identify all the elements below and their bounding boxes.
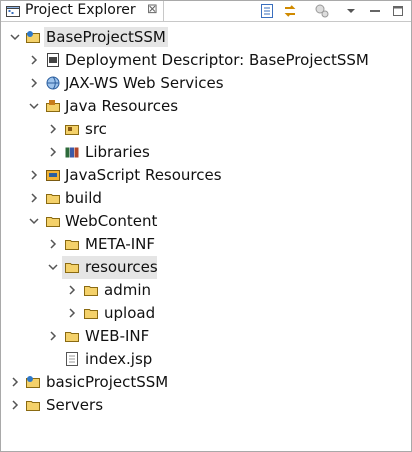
file-icon: [66, 352, 78, 366]
view-tab-bar: Project Explorer ⊠: [1, 1, 411, 22]
tree-node-label: Java Resources: [65, 97, 179, 115]
filter-icon[interactable]: [314, 3, 330, 19]
tree-node-javascript-resources[interactable]: JavaScript Resources: [1, 164, 411, 187]
tree-node-label: index.jsp: [85, 350, 153, 368]
chevron-down-icon[interactable]: [28, 215, 40, 227]
tree-node-java-resources[interactable]: Java Resources: [1, 95, 411, 118]
chevron-right-icon[interactable]: [28, 54, 40, 66]
project-explorer-view: Project Explorer ⊠ BaseProjectSSM Deploy…: [0, 0, 412, 452]
tree-node-label: JAX-WS Web Services: [65, 74, 224, 92]
link-with-editor-icon[interactable]: [282, 3, 298, 19]
chevron-right-icon[interactable]: [9, 399, 21, 411]
web-services-icon: [46, 76, 60, 90]
project-icon: [26, 376, 40, 388]
tree-node-label: BaseProjectSSM: [44, 27, 168, 47]
tree-node-web-inf[interactable]: WEB-INF: [1, 325, 411, 348]
folder-icon: [65, 332, 79, 342]
chevron-right-icon[interactable]: [47, 238, 59, 250]
folder-icon: [84, 286, 98, 296]
tree-node-libraries[interactable]: Libraries: [1, 141, 411, 164]
tree-node-index-jsp[interactable]: index.jsp: [1, 348, 411, 371]
minimize-icon[interactable]: [367, 3, 383, 19]
tree-node-admin[interactable]: admin: [1, 279, 411, 302]
tree-node-basicprojectssm[interactable]: basicProjectSSM: [1, 371, 411, 394]
project-icon: [26, 31, 40, 43]
maximize-icon[interactable]: [390, 3, 406, 19]
tree-node-deployment-descriptor[interactable]: Deployment Descriptor: BaseProjectSSM: [1, 49, 411, 72]
tree-node-label: WEB-INF: [85, 327, 150, 345]
tree-node-build[interactable]: build: [1, 187, 411, 210]
tree-node-label: src: [85, 120, 107, 138]
chevron-down-icon[interactable]: [9, 31, 21, 43]
tree-node-label: resources: [85, 258, 158, 276]
chevron-right-icon[interactable]: [66, 307, 78, 319]
folder-icon: [84, 309, 98, 319]
chevron-right-icon[interactable]: [47, 330, 59, 342]
folder-icon: [65, 263, 79, 273]
view-menu-icon[interactable]: [343, 3, 359, 19]
folder-icon: [46, 217, 60, 227]
tree-node-meta-inf[interactable]: META-INF: [1, 233, 411, 256]
chevron-down-icon[interactable]: [47, 261, 59, 273]
tree-node-label: basicProjectSSM: [46, 373, 169, 391]
tree-node-label: META-INF: [85, 235, 156, 253]
chevron-right-icon[interactable]: [28, 77, 40, 89]
folder-icon: [46, 194, 60, 204]
deployment-descriptor-icon: [47, 53, 59, 67]
tree-node-resources[interactable]: resources: [1, 256, 411, 279]
project-explorer-tab[interactable]: Project Explorer ⊠: [1, 1, 164, 21]
folder-icon: [65, 240, 79, 250]
tree-node-label: Deployment Descriptor: BaseProjectSSM: [65, 51, 369, 69]
chevron-right-icon[interactable]: [66, 284, 78, 296]
chevron-right-icon[interactable]: [47, 123, 59, 135]
tree-node-label: upload: [104, 304, 156, 322]
project-explorer-icon: [6, 6, 20, 17]
tree-node-upload[interactable]: upload: [1, 302, 411, 325]
folder-icon: [26, 401, 40, 411]
chevron-down-icon[interactable]: [28, 100, 40, 112]
tree-node-label: admin: [104, 281, 151, 299]
collapse-all-icon[interactable]: [259, 3, 275, 19]
source-folder-icon: [65, 125, 79, 135]
tree-node-servers[interactable]: Servers: [1, 394, 411, 417]
libraries-icon: [65, 147, 79, 158]
tree-node-baseprojectssm[interactable]: BaseProjectSSM: [1, 26, 411, 49]
tab-title: Project Explorer: [25, 2, 136, 18]
java-resources-icon: [46, 100, 60, 112]
chevron-right-icon[interactable]: [28, 192, 40, 204]
tree-node-label: JavaScript Resources: [65, 166, 222, 184]
close-icon[interactable]: ⊠: [147, 2, 158, 17]
tree-node-label: WebContent: [65, 212, 158, 230]
tree-node-src[interactable]: src: [1, 118, 411, 141]
chevron-right-icon[interactable]: [28, 169, 40, 181]
tree-node-label: build: [65, 189, 102, 207]
tree-node-jax-ws[interactable]: JAX-WS Web Services: [1, 72, 411, 95]
tree-node-label: Servers: [46, 396, 104, 414]
chevron-right-icon[interactable]: [9, 376, 21, 388]
javascript-resources-icon: [46, 170, 60, 181]
chevron-right-icon[interactable]: [47, 146, 59, 158]
tree-node-webcontent[interactable]: WebContent: [1, 210, 411, 233]
tree-node-label: Libraries: [85, 143, 150, 161]
